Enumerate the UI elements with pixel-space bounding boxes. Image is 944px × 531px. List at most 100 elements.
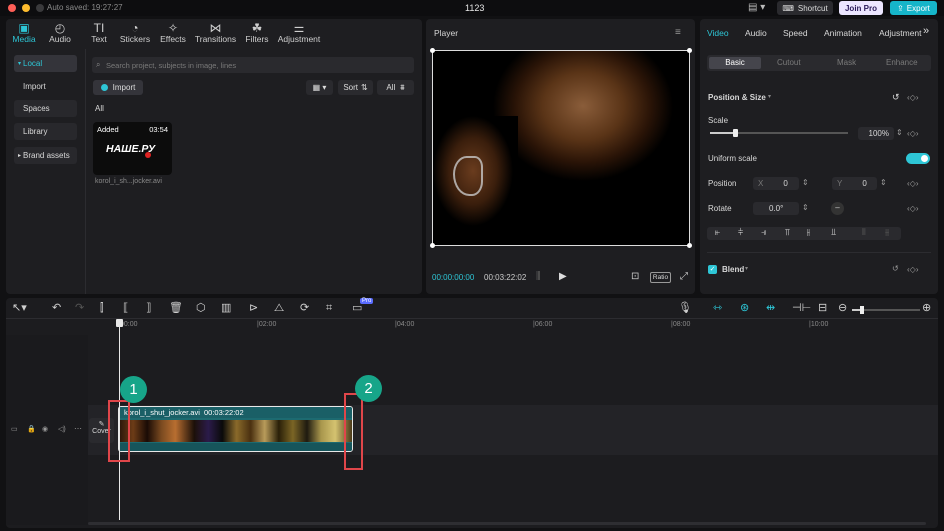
crop-icon[interactable]: ⌗ <box>326 303 332 314</box>
main-track-magnet-icon[interactable]: ⇿ <box>713 303 722 314</box>
crop-handle[interactable] <box>430 243 435 248</box>
filter-button[interactable]: All ⩩ <box>377 80 414 95</box>
crop-handle[interactable] <box>687 243 692 248</box>
rotate-icon[interactable]: ⟳ <box>300 303 309 314</box>
reverse-icon[interactable]: ⊳ <box>249 303 258 314</box>
tab-audio-props[interactable]: Audio <box>745 28 767 38</box>
stepper-icon[interactable]: ⇕ <box>896 128 903 137</box>
timeline-clip[interactable]: korol_i_shut_jocker.avi 00:03:22:02 <box>118 406 353 452</box>
expand-icon[interactable]: ⤢ <box>680 271 688 282</box>
scale-slider-knob[interactable] <box>733 129 738 137</box>
tab-speed[interactable]: Speed <box>783 28 808 38</box>
uniform-scale-toggle[interactable] <box>906 153 930 164</box>
keyframe-icon[interactable]: ‹◇› <box>907 204 918 213</box>
track-icon[interactable]: ▭ <box>11 425 18 433</box>
keyframe-icon[interactable]: ‹◇› <box>907 129 918 138</box>
rotate-input[interactable]: 0.0° <box>753 202 799 215</box>
join-pro-button[interactable]: Join Pro <box>839 1 883 15</box>
tab-transitions[interactable]: ⋈ Transitions <box>193 22 238 44</box>
caret-down-icon[interactable]: ▾ <box>745 265 748 272</box>
crop-handle[interactable] <box>687 48 692 53</box>
linkage-icon[interactable]: ⇹ <box>766 303 775 314</box>
reset-icon[interactable]: ↺ <box>892 92 900 103</box>
shortcut-button[interactable]: ⌨ Shortcut <box>777 1 833 15</box>
split-icon[interactable]: ⫿ <box>100 303 104 314</box>
zoom-slider-knob[interactable] <box>860 306 864 314</box>
distribute-v-icon[interactable]: ⫵ <box>885 227 889 238</box>
align-bottom-icon[interactable]: ⫫ <box>831 227 836 238</box>
blend-checkbox[interactable]: ✓ <box>708 265 717 274</box>
keyframe-icon[interactable]: ‹◇› <box>907 93 918 102</box>
more-tabs-icon[interactable]: » <box>923 25 929 37</box>
playhead-handle[interactable] <box>116 319 123 327</box>
view-mode-icon[interactable]: ▦ ▾ <box>306 80 333 95</box>
minimize-window-button[interactable] <box>22 4 30 12</box>
keyframe-icon[interactable]: ‹◇› <box>907 265 918 274</box>
visibility-icon[interactable]: ◉ <box>42 425 48 433</box>
sort-button[interactable]: Sort ⇅ <box>338 80 373 95</box>
subtab-cutout[interactable]: Cutout <box>777 58 801 67</box>
align-top-icon[interactable]: ⫪ <box>785 227 790 238</box>
split-left-icon[interactable]: ⟦ <box>123 303 128 314</box>
align-center-v-icon[interactable]: ⫲ <box>807 227 810 238</box>
layout-icon[interactable]: ▤ ▾ <box>748 2 765 13</box>
lock-icon[interactable]: 🔒 <box>27 425 36 433</box>
media-search-input[interactable]: ⌕ Search project, subjects in image, lin… <box>92 57 414 73</box>
sidebar-item-import[interactable]: Import <box>14 78 77 95</box>
zoom-out-icon[interactable]: ⊖ <box>838 303 847 314</box>
distribute-h-icon[interactable]: ⫴ <box>862 227 866 238</box>
subtab-enhance[interactable]: Enhance <box>886 58 918 67</box>
stepper-icon[interactable]: ⇕ <box>802 203 809 212</box>
subtab-basic[interactable]: Basic <box>709 57 761 69</box>
tab-audio[interactable]: ◴ Audio <box>46 22 74 44</box>
close-window-button[interactable] <box>8 4 16 12</box>
more-icon[interactable]: ⋯ <box>74 424 82 433</box>
timeline-scrollbar[interactable] <box>88 522 926 525</box>
redo-icon[interactable]: ↷ <box>75 303 84 314</box>
tab-media[interactable]: ▣ Media <box>10 22 38 44</box>
mark-icon[interactable]: ⬡ <box>196 303 206 314</box>
stepper-icon[interactable]: ⇕ <box>802 178 809 187</box>
split-right-icon[interactable]: ⟧ <box>146 303 151 314</box>
tab-adjustment-props[interactable]: Adjustment <box>879 28 922 38</box>
caption-icon[interactable]: ⊟ <box>818 303 827 314</box>
freeze-icon[interactable]: ▥ <box>221 303 231 314</box>
tab-effects[interactable]: ✧ Effects <box>157 22 189 44</box>
tab-filters[interactable]: ☘ Filters <box>242 22 272 44</box>
microphone-icon[interactable]: 🎙 <box>678 303 692 314</box>
sidebar-item-local[interactable]: ▾ Local <box>14 55 77 72</box>
align-center-h-icon[interactable]: ⫩ <box>738 227 743 238</box>
caret-down-icon[interactable]: ▾ <box>768 93 771 100</box>
tab-video[interactable]: Video <box>707 28 729 38</box>
undo-icon[interactable]: ↶ <box>52 303 61 314</box>
select-tool-icon[interactable]: ↖▾ <box>12 303 27 314</box>
align-right-icon[interactable]: ⫣ <box>761 227 766 238</box>
waveform-icon[interactable]: ⫼ <box>536 271 541 282</box>
position-y-input[interactable]: Y0 <box>832 177 877 190</box>
tab-text[interactable]: TI Text <box>85 22 113 44</box>
play-icon[interactable]: ▶ <box>559 271 567 282</box>
rotate-dial-icon[interactable]: – <box>831 202 844 215</box>
menu-icon[interactable]: ≡ <box>675 27 681 38</box>
subtab-mask[interactable]: Mask <box>837 58 856 67</box>
mirror-icon[interactable]: ⧍ <box>274 303 284 314</box>
scale-input[interactable]: 100% <box>858 127 894 140</box>
stepper-icon[interactable]: ⇕ <box>880 178 887 187</box>
auto-snap-icon[interactable]: ⊛ <box>740 303 749 314</box>
crop-handle[interactable] <box>430 48 435 53</box>
video-preview[interactable] <box>432 50 690 246</box>
ratio-button[interactable]: Ratio <box>650 272 671 283</box>
scale-slider[interactable] <box>710 129 848 137</box>
reset-icon[interactable]: ↺ <box>892 264 899 273</box>
zoom-in-icon[interactable]: ⊕ <box>922 303 931 314</box>
export-button[interactable]: ⇪ Export <box>890 1 937 15</box>
position-x-input[interactable]: X0 <box>753 177 799 190</box>
volume-icon[interactable]: ◁) <box>58 425 66 433</box>
keyframe-icon[interactable]: ‹◇› <box>907 179 918 188</box>
auto-reframe-icon[interactable]: ▭ <box>352 303 362 314</box>
sidebar-item-brand-assets[interactable]: ▸ Brand assets <box>14 147 77 164</box>
fullscreen-fit-icon[interactable]: ⊡ <box>631 271 639 282</box>
tab-stickers[interactable]: ◔ Stickers <box>118 22 152 44</box>
media-clip-thumbnail[interactable]: Added 03:54 НАШЕ.РУ <box>93 122 172 175</box>
import-button[interactable]: Import <box>93 80 143 95</box>
